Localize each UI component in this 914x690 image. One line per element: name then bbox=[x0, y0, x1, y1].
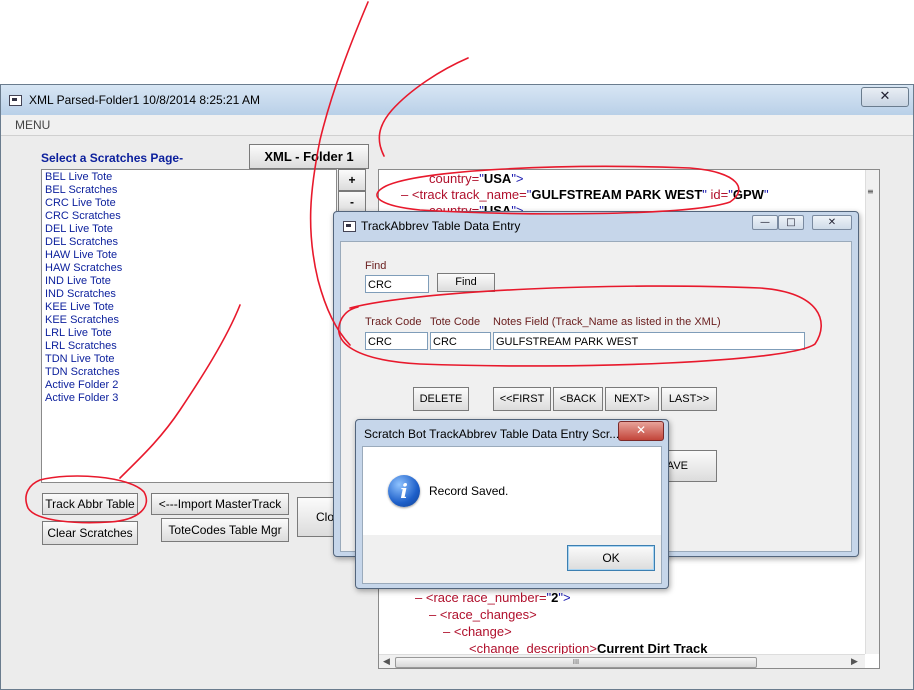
hand-drawn-annotations bbox=[25, 1, 822, 524]
ink-strokes bbox=[25, 1, 822, 524]
ink-line-left bbox=[119, 304, 241, 479]
ink-oval-button bbox=[25, 475, 148, 524]
ink-line-top bbox=[309, 1, 369, 346]
ink-curl-right bbox=[378, 57, 469, 157]
ink-oval-track bbox=[376, 165, 740, 215]
ink-oval-fields bbox=[337, 285, 822, 367]
